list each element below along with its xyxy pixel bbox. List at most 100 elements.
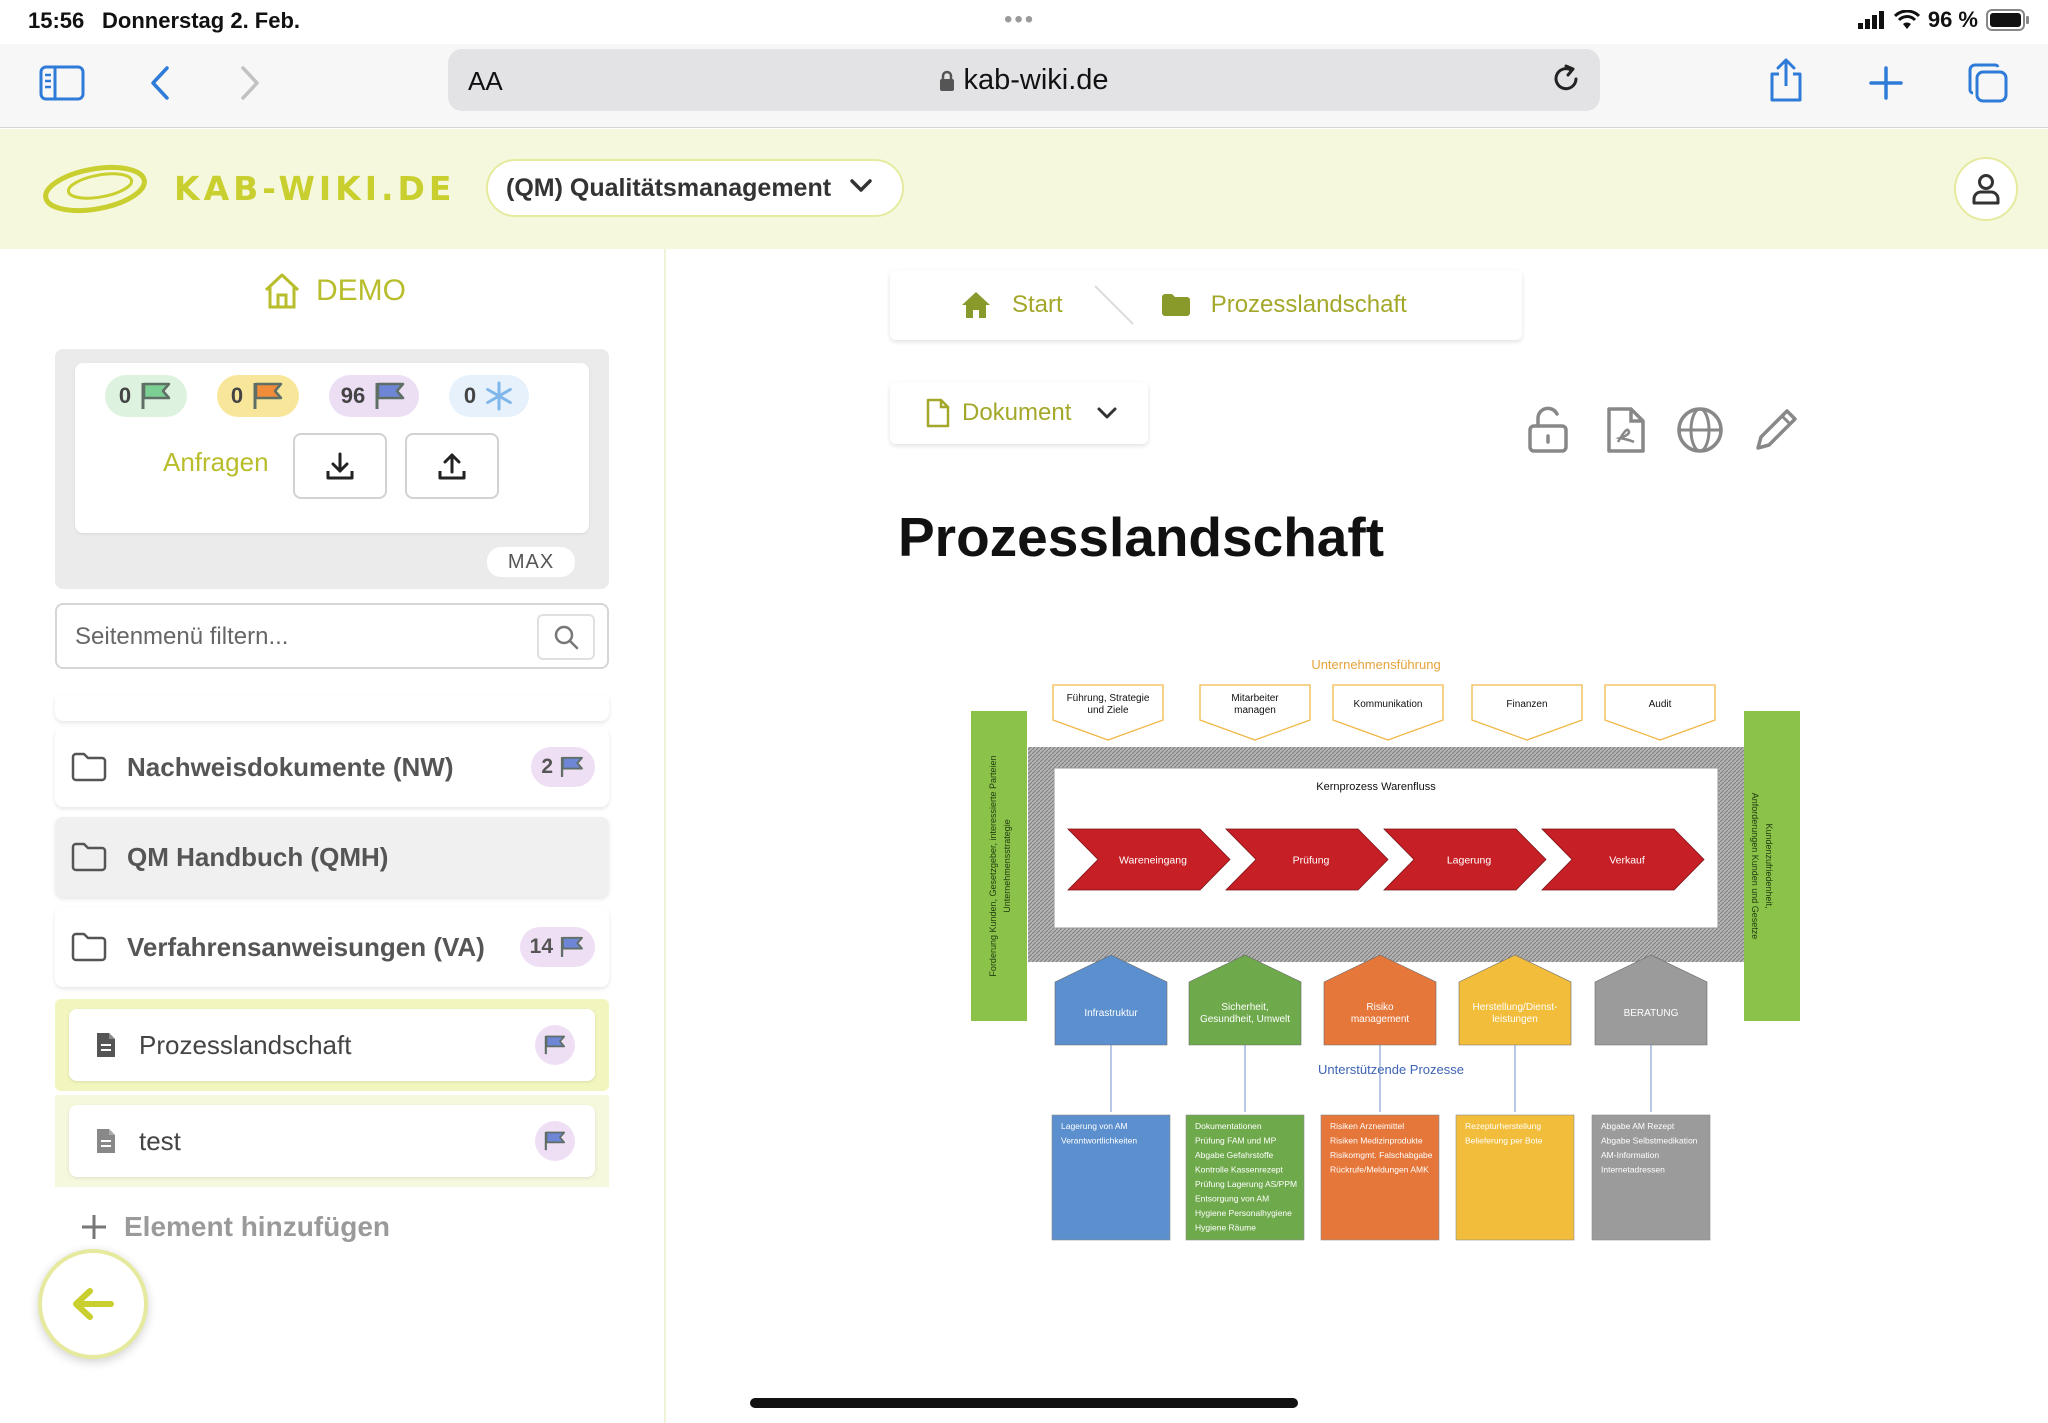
support-detail-item: Hygiene Personalhygiene [1195, 1208, 1292, 1218]
management-process-label-line: und Ziele [1087, 705, 1129, 716]
support-process-label-line: Risiko [1366, 1002, 1394, 1013]
support-title: Unterstützende Prozesse [1318, 1062, 1464, 1077]
pdf-icon [1607, 407, 1645, 453]
core-step-label: Wareneingang [1119, 855, 1187, 867]
support-process-label-line: BERATUNG [1624, 1008, 1679, 1019]
workspace-name: DEMO [316, 274, 406, 307]
support-detail-item: Lagerung von AM [1061, 1121, 1128, 1131]
support-detail-item: Entsorgung von AM [1195, 1194, 1269, 1204]
reload-icon[interactable] [1550, 63, 1582, 100]
document-icon [97, 1033, 115, 1057]
new-tab-icon[interactable] [1862, 60, 1910, 106]
frozen-count[interactable]: 0 [449, 375, 529, 417]
url-text: kab-wiki.de [963, 64, 1109, 96]
folder-item-nachweisdokumente[interactable]: Nachweisdokumente (NW) 2 [55, 727, 609, 807]
back-icon[interactable] [140, 60, 180, 106]
support-detail-box [1185, 1114, 1305, 1241]
globe-icon [1677, 407, 1723, 453]
breadcrumb: Start Prozesslandschaft [890, 270, 1522, 340]
flag-blue-icon [375, 382, 405, 409]
folder-flag-count[interactable]: 2 [531, 747, 595, 787]
unlock-button[interactable] [1522, 404, 1574, 456]
url-display[interactable]: kab-wiki.de [448, 64, 1600, 97]
support-detail-item: Abgabe AM Rezept [1601, 1121, 1675, 1131]
flag-count-green-value: 0 [118, 383, 132, 408]
logo[interactable]: KAB-WIKI.DE [40, 159, 455, 217]
logo-text: KAB-WIKI.DE [174, 168, 456, 208]
left-side-line-2: Unternehmensstrategie [1002, 819, 1012, 913]
management-process-label: Finanzen [1506, 699, 1547, 710]
support-process-label-line: management [1351, 1014, 1410, 1025]
folder-item-verfahrensanweisungen[interactable]: Verfahrensanweisungen (VA) 14 [55, 907, 609, 987]
share-icon[interactable] [1762, 56, 1810, 106]
folder-flag-count[interactable]: 14 [519, 927, 595, 967]
support-detail-box [1320, 1114, 1440, 1241]
management-process-label-line: Mitarbeiter [1231, 693, 1279, 704]
support-process-label: Infrastruktur [1084, 1008, 1138, 1019]
sidebar-filter-input[interactable] [75, 619, 515, 655]
folder-icon [71, 842, 107, 872]
support-detail-box [1051, 1114, 1171, 1241]
document-item-prozesslandschaft[interactable]: Prozesslandschaft [69, 1009, 595, 1081]
search-icon [554, 625, 579, 650]
folder-label: Nachweisdokumente (NW) [127, 751, 454, 782]
breadcrumb-start[interactable]: Start [960, 290, 1063, 320]
support-detail-item: Rezepturherstellung [1465, 1121, 1541, 1131]
flag-green-icon [141, 382, 171, 409]
support-detail-item: Verantwortlichkeiten [1061, 1136, 1137, 1146]
home-outline-icon [264, 273, 300, 309]
management-process-label: Audit [1649, 699, 1672, 710]
support-detail-item: Risiken Medizinprodukte [1330, 1136, 1423, 1146]
max-toggle[interactable]: MAX [487, 547, 575, 577]
document-item-test[interactable]: test [69, 1105, 595, 1177]
flag-orange-icon [253, 382, 283, 409]
plus-icon [82, 1215, 106, 1239]
module-select[interactable]: (QM) Qualitätsmanagement [486, 159, 904, 217]
sidebar-icon[interactable] [38, 60, 86, 106]
forward-icon[interactable] [230, 60, 270, 106]
collapse-sidebar-button[interactable] [38, 1249, 148, 1359]
add-element-button[interactable]: Element hinzufügen [80, 1211, 390, 1243]
folder-icon [71, 932, 107, 962]
management-process-shape [1471, 684, 1583, 741]
support-detail-box [1591, 1114, 1711, 1241]
edit-button[interactable] [1750, 404, 1802, 456]
flag-count-blue-value: 96 [340, 383, 366, 408]
breadcrumb-separator [1093, 285, 1134, 325]
sidebar-filter [55, 603, 609, 669]
folder-label: Verfahrensanweisungen (VA) [127, 931, 485, 962]
support-detail-item: Abgabe Gefahrstoffe [1195, 1150, 1274, 1160]
breadcrumb-current[interactable]: Prozesslandschaft [1161, 291, 1407, 319]
publish-web-button[interactable] [1674, 404, 1726, 456]
flag-count-orange[interactable]: 0 [217, 375, 299, 417]
upload-button[interactable] [405, 433, 499, 499]
download-button[interactable] [293, 433, 387, 499]
battery-percent: 96 % [1927, 7, 1978, 32]
management-process-shape [1332, 684, 1444, 741]
workspace-link[interactable]: DEMO [262, 271, 406, 311]
address-bar[interactable]: AA kab-wiki.de [448, 49, 1600, 111]
document-type-select[interactable]: Dokument [890, 382, 1148, 444]
folder-icon [71, 752, 107, 782]
folder-item-qm-handbuch[interactable]: QM Handbuch (QMH) [55, 817, 609, 897]
flag-count-blue[interactable]: 96 [329, 375, 419, 417]
chevron-down-icon [850, 179, 872, 192]
support-detail-item: Rückrufe/Meldungen AMK [1330, 1165, 1429, 1175]
document-flag-button[interactable] [535, 1025, 575, 1065]
flag-count-green[interactable]: 0 [105, 375, 187, 417]
left-side-bar [971, 711, 1027, 1021]
document-flag-button[interactable] [535, 1121, 575, 1161]
browser-toolbar: AA kab-wiki.de [0, 44, 2048, 128]
tabs-icon[interactable] [1964, 58, 2012, 108]
multitasking-dots-icon[interactable]: ••• [1004, 6, 1035, 34]
status-time: 15:56 [28, 8, 85, 33]
support-process-label: BERATUNG [1624, 1008, 1679, 1019]
user-account-button[interactable] [1954, 157, 2018, 221]
support-process-shape [1594, 954, 1708, 1046]
chevron-down-icon [1097, 407, 1117, 419]
pdf-export-button[interactable] [1600, 404, 1652, 456]
management-title: Unternehmensführung [1311, 657, 1440, 672]
support-detail-item: Hygiene Räume [1195, 1223, 1256, 1233]
filter-search-button[interactable] [537, 614, 595, 660]
wifi-icon [1893, 10, 1920, 29]
